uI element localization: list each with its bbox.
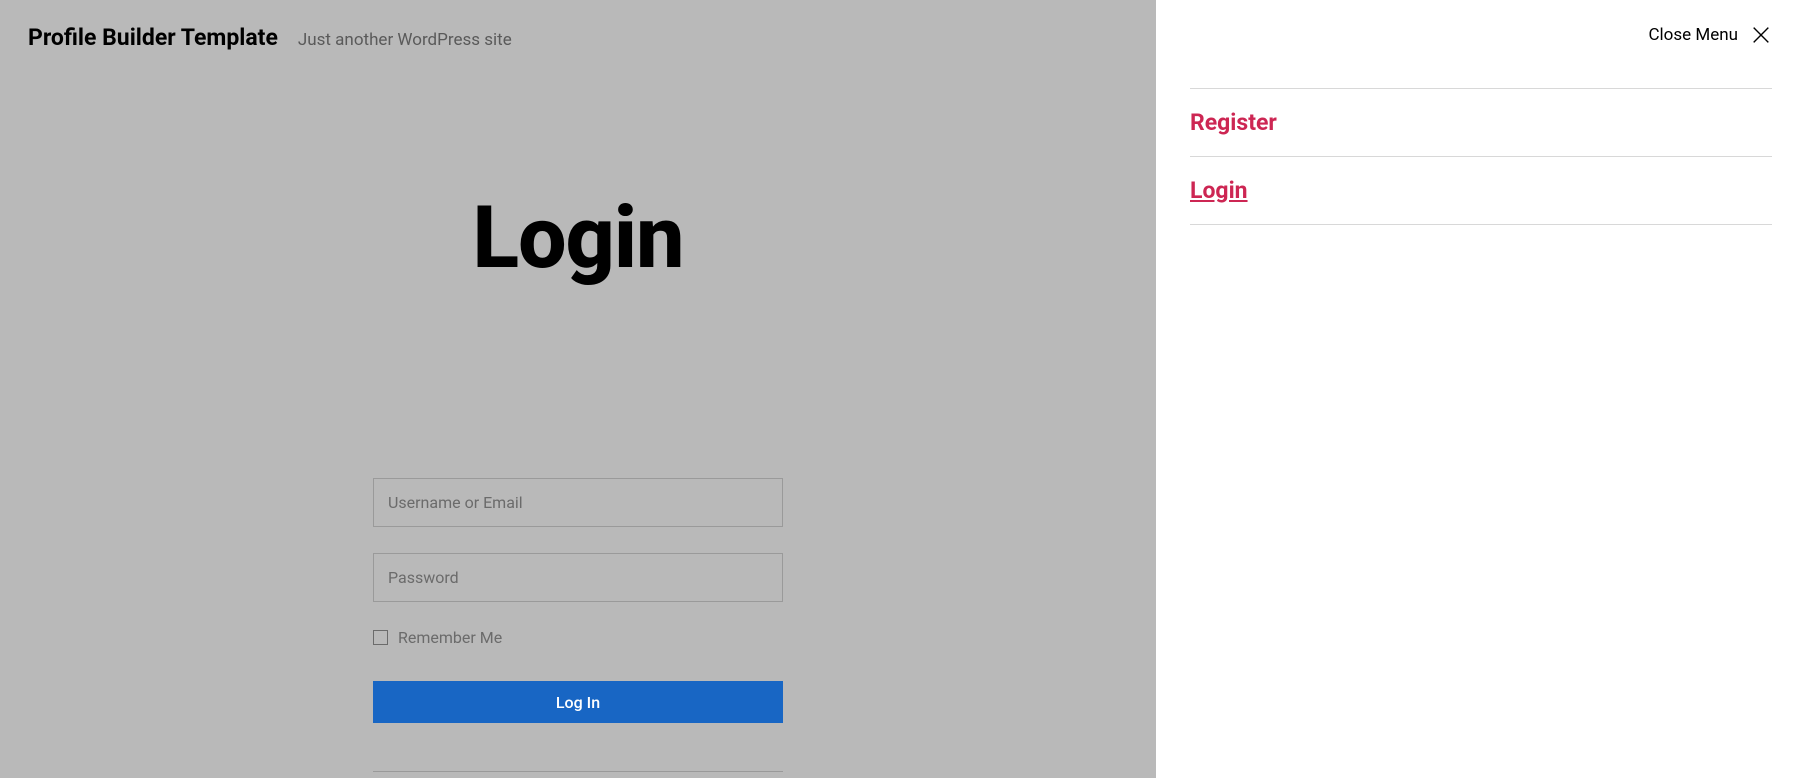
page-title: Login: [0, 187, 1156, 288]
side-menu: Close Menu Register Login: [1156, 0, 1806, 778]
password-input[interactable]: [373, 553, 783, 602]
main-content: Profile Builder Template Just another Wo…: [0, 0, 1156, 778]
form-divider: [373, 771, 783, 772]
menu-list: Register Login: [1190, 88, 1772, 225]
site-tagline: Just another WordPress site: [298, 30, 512, 50]
menu-item-login[interactable]: Login: [1190, 157, 1772, 225]
login-form: Remember Me Log In: [373, 478, 783, 772]
site-header: Profile Builder Template Just another Wo…: [0, 0, 1156, 75]
close-icon: [1750, 24, 1772, 46]
close-menu-button[interactable]: Close Menu: [1190, 24, 1772, 46]
menu-item-register[interactable]: Register: [1190, 89, 1772, 157]
remember-label: Remember Me: [398, 628, 502, 647]
remember-row: Remember Me: [373, 628, 783, 647]
site-title[interactable]: Profile Builder Template: [28, 24, 278, 51]
close-menu-label: Close Menu: [1648, 25, 1738, 45]
remember-checkbox[interactable]: [373, 630, 388, 645]
username-input[interactable]: [373, 478, 783, 527]
login-button[interactable]: Log In: [373, 681, 783, 723]
